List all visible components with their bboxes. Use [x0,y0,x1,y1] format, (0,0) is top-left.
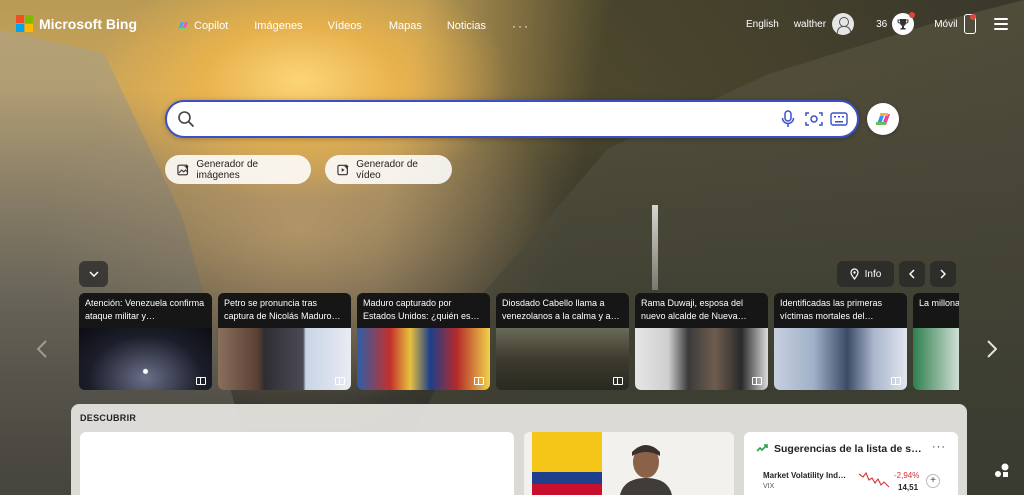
image-info-button[interactable]: Info [837,261,894,287]
news-headline: Petro se pronuncia tras captura de Nicol… [218,293,351,328]
chevron-right-icon [940,269,946,279]
chevron-right-icon [987,340,998,358]
brand-name: Microsoft Bing [39,15,137,32]
news-card[interactable]: Petro se pronuncia tras captura de Nicol… [218,293,351,390]
language-toggle[interactable]: English [746,19,779,30]
chevron-down-icon [88,271,99,277]
news-headline: Rama Duwaji, esposa del nuevo alcalde de… [635,293,768,328]
top-bar: Microsoft Bing Copilot Imágenes Vídeos M… [0,0,1024,50]
reader-icon [613,377,623,385]
feedback-icon[interactable] [994,462,1010,478]
visual-search-icon[interactable] [805,111,823,127]
add-to-watchlist-button[interactable]: + [926,474,940,488]
news-card[interactable]: Diosdado Cabello llama a venezolanos a l… [496,293,629,390]
microsoft-logo-icon [16,15,33,32]
video-generator-button[interactable]: Generador de vídeo [325,155,452,184]
news-thumbnail [635,328,768,390]
search-box [165,100,859,138]
nav-videos[interactable]: Vídeos [328,19,362,33]
trending-icon [756,444,768,452]
copilot-button[interactable] [867,103,899,135]
trophy-glyph [897,19,909,30]
news-scroll-right-button[interactable] [987,340,998,364]
news-thumbnail [357,328,490,390]
search-icon [178,111,194,127]
stock-value: 14,51 [898,483,919,492]
image-generator-label: Generador de imágenes [196,158,259,181]
copilot-icon [876,113,890,125]
menu-icon[interactable] [993,18,1008,30]
nav-news[interactable]: Noticias [447,19,486,33]
stock-change: -2,94% [894,471,920,480]
nav-copilot-label: Copilot [194,20,229,32]
reader-icon [891,377,901,385]
chevron-left-icon [36,340,47,358]
news-card[interactable]: Identificadas las primeras víctimas mort… [774,293,907,390]
news-thumbnail [496,328,629,390]
watchlist-title: Sugerencias de la lista de s… [774,443,922,455]
news-headline: Maduro capturado por Estados Unidos: ¿qu… [357,293,490,328]
news-scroll-left-button[interactable] [36,340,47,364]
collapse-button[interactable] [79,261,108,287]
video-generator-label: Generador de vídeo [356,158,418,181]
discover-news-card[interactable] [524,432,734,495]
notification-dot [969,14,976,20]
news-thumbnail [79,328,212,390]
next-image-button[interactable] [930,261,956,287]
video-generator-icon [337,163,350,175]
info-label: Info [864,268,882,280]
search-input[interactable] [201,110,781,130]
reader-icon [335,377,345,385]
mobile-icon[interactable] [963,14,976,34]
nav-images[interactable]: Imágenes [254,19,302,33]
news-thumbnail [774,328,907,390]
image-generator-icon [177,163,190,175]
news-headline: Atención: Venezuela confirma ataque mili… [79,293,212,328]
news-card[interactable]: La millonac Once Calda [913,293,959,390]
news-photo [620,445,672,495]
trophy-icon[interactable] [892,12,916,35]
stock-symbol: VIX [763,483,775,490]
watchlist-card[interactable]: Sugerencias de la lista de s… ··· Market… [744,432,958,495]
news-card[interactable]: Rama Duwaji, esposa del nuevo alcalde de… [635,293,768,390]
news-headline: La millonac Once Calda [913,293,959,328]
main-nav: Copilot Imágenes Vídeos Mapas Noticias ·… [176,19,530,33]
copilot-icon [178,22,188,30]
discover-panel: DESCUBRIR Sugerencias de la lista de s… … [71,404,967,495]
reader-icon [196,377,206,385]
mobile-label[interactable]: Móvil [934,19,957,30]
news-carousel: Atención: Venezuela confirma ataque mili… [79,293,959,390]
news-headline: Diosdado Cabello llama a venezolanos a l… [496,293,629,328]
previous-image-button[interactable] [899,261,925,287]
nav-copilot[interactable]: Copilot [176,19,228,33]
news-headline: Identificadas las primeras víctimas mort… [774,293,907,328]
news-card[interactable]: Atención: Venezuela confirma ataque mili… [79,293,212,390]
reader-icon [752,377,762,385]
avatar-icon[interactable] [832,13,855,35]
bing-logo[interactable]: Microsoft Bing [16,15,137,32]
background-waterfall [652,205,658,290]
image-generator-button[interactable]: Generador de imágenes [165,155,311,184]
news-card[interactable]: Maduro capturado por Estados Unidos: ¿qu… [357,293,490,390]
microphone-icon[interactable] [781,110,795,128]
nav-more-button[interactable]: ··· [512,19,530,33]
account-area: English walther 36 Móvil [746,12,1008,35]
chevron-left-icon [909,269,915,279]
notification-dot [909,12,916,18]
colombia-flag-image [532,432,602,495]
rewards-points[interactable]: 36 [876,19,887,30]
nav-maps[interactable]: Mapas [389,19,422,33]
news-thumbnail [218,328,351,390]
location-icon [850,268,859,280]
watchlist-more-button[interactable]: ··· [932,441,946,453]
keyboard-icon[interactable] [830,112,848,126]
username[interactable]: walther [794,19,826,30]
reader-icon [474,377,484,385]
stock-sparkline [858,471,890,488]
discover-card[interactable] [80,432,514,495]
news-thumbnail [913,328,959,390]
discover-title: DESCUBRIR [80,413,137,423]
stock-name: Market Volatility Ind… [763,471,846,480]
